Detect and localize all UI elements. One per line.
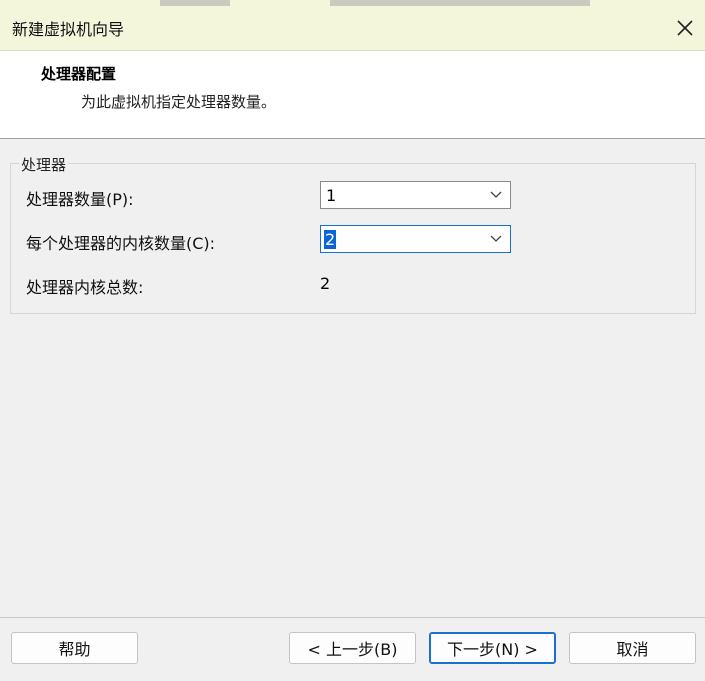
processor-count-select[interactable]: 1 <box>320 181 511 209</box>
processor-count-label: 处理器数量(P): <box>26 190 134 209</box>
page-title: 处理器配置 <box>41 65 117 83</box>
total-cores-value: 2 <box>320 274 331 293</box>
cores-per-processor-select[interactable]: 2 <box>320 225 511 253</box>
page-subtitle: 为此虚拟机指定处理器数量。 <box>81 93 277 111</box>
processor-count-value: 1 <box>326 186 337 205</box>
wizard-header: 处理器配置 为此虚拟机指定处理器数量。 <box>0 51 705 139</box>
background-window-sliver <box>160 0 230 6</box>
chevron-down-icon <box>490 191 502 198</box>
footer-divider <box>0 617 705 618</box>
cancel-button[interactable]: 取消 <box>569 632 696 664</box>
group-legend: 处理器 <box>19 154 69 175</box>
total-cores-label: 处理器内核总数: <box>26 278 144 297</box>
close-icon <box>677 20 693 36</box>
title-bar: 新建虚拟机向导 <box>0 0 705 51</box>
cores-per-processor-value: 2 <box>324 230 337 249</box>
background-window-sliver <box>330 0 590 6</box>
close-button[interactable] <box>665 8 705 48</box>
cores-per-processor-label: 每个处理器的内核数量(C): <box>26 234 216 253</box>
back-button[interactable]: < 上一步(B) <box>289 632 416 664</box>
next-button[interactable]: 下一步(N) > <box>429 632 556 664</box>
window-title: 新建虚拟机向导 <box>12 20 125 39</box>
help-button[interactable]: 帮助 <box>11 632 138 664</box>
chevron-down-icon <box>490 235 502 242</box>
